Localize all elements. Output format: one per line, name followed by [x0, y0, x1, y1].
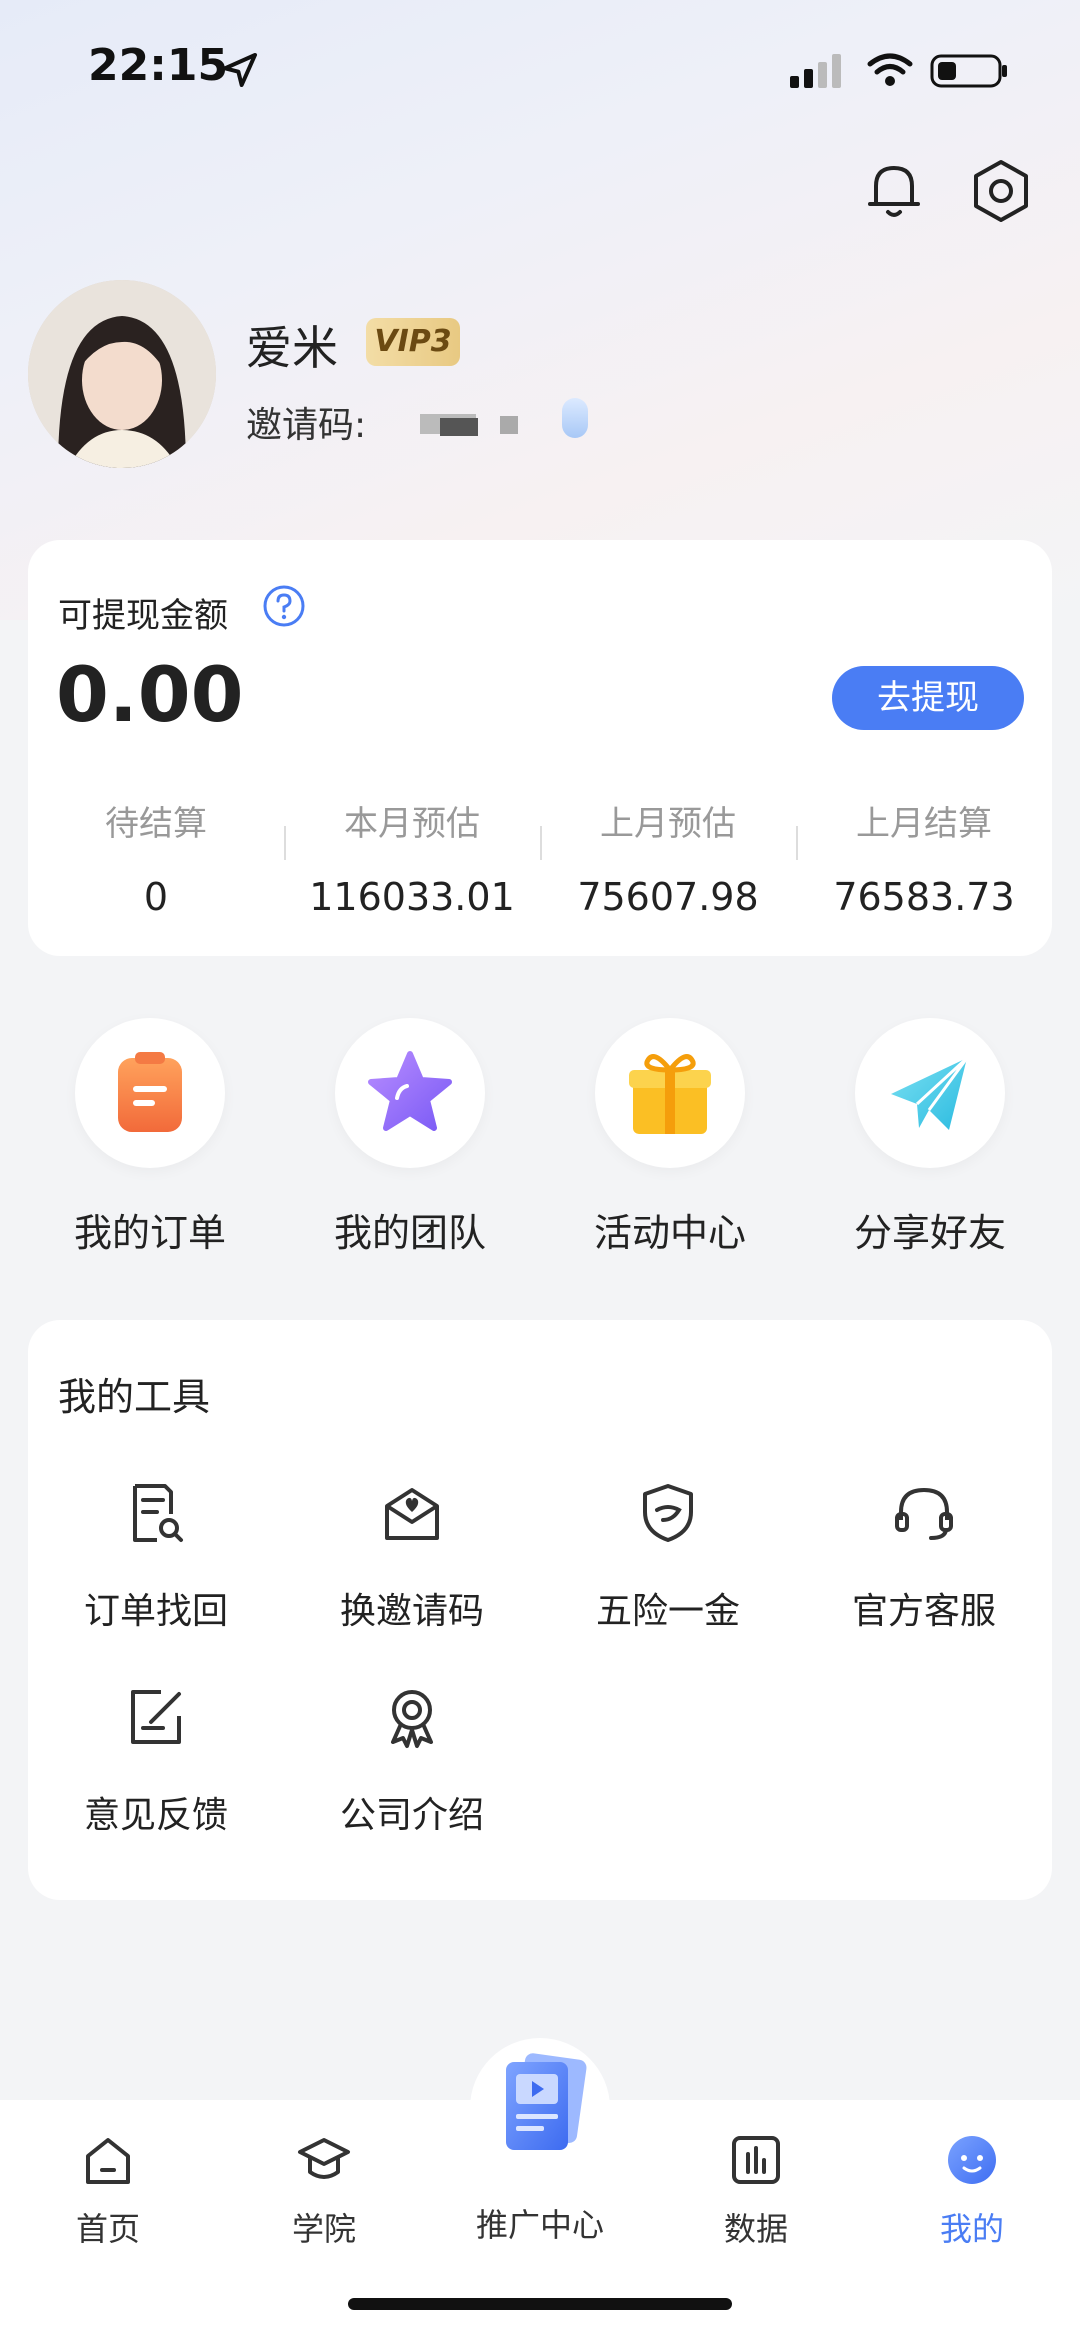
cellular-signal-icon [790, 54, 841, 88]
nav-label: 数据 [723, 2210, 788, 2248]
nav-tab-academy[interactable]: 学院 [216, 2130, 432, 2250]
envelope-heart-icon [385, 1488, 439, 1540]
headset-icon [895, 1487, 953, 1540]
invite-code-redacted [440, 418, 478, 436]
withdraw-amount: 0.00 [56, 650, 244, 739]
settings-icon[interactable] [970, 158, 1032, 224]
stat-value: 0 [143, 875, 169, 919]
withdraw-card: 可提现金额 0.00 去提现 待结算 0 本月预估 116033.01 上月预估… [28, 540, 1052, 956]
nav-tab-promo-center[interactable]: 推广中心 [432, 2053, 648, 2246]
battery-icon [930, 54, 1007, 88]
stat-label: 上月结算 [856, 804, 992, 844]
bell-icon[interactable] [866, 160, 922, 222]
withdraw-button[interactable]: 去提现 [832, 666, 1024, 730]
tool-company-intro[interactable]: 公司介绍 [284, 1682, 540, 1838]
quick-action-my-team[interactable]: 我的团队 [300, 1018, 520, 1257]
order-search-icon [133, 1484, 183, 1542]
nav-label: 我的 [939, 2210, 1004, 2248]
nav-label: 学院 [291, 2210, 356, 2248]
nav-label: 推广中心 [475, 2206, 604, 2244]
quick-action-label: 活动中心 [593, 1211, 746, 1255]
tool-official-support[interactable]: 官方客服 [796, 1478, 1052, 1634]
smile-face-icon [948, 2136, 996, 2184]
copy-invite-icon[interactable] [562, 398, 588, 438]
quick-action-icon-wrap [855, 1018, 1005, 1168]
stat-value: 76583.73 [833, 875, 1015, 919]
star-icon [368, 1051, 452, 1131]
tools-card: 我的工具 订单找回 换邀请码 五险一金 官方客服 意见反馈 公司介绍 [28, 1320, 1052, 1900]
tool-label: 公司介绍 [339, 1795, 484, 1836]
stat-label: 本月预估 [344, 804, 480, 844]
vip-badge: VIP3 [366, 318, 460, 366]
edit-note-icon [131, 1690, 181, 1744]
tool-feedback[interactable]: 意见反馈 [28, 1682, 284, 1838]
nav-tab-data[interactable]: 数据 [648, 2130, 864, 2250]
promo-video-icon [506, 2053, 587, 2150]
order-icon [118, 1052, 182, 1132]
quick-action-label: 我的团队 [333, 1211, 486, 1255]
tool-label: 五险一金 [595, 1591, 740, 1632]
quick-action-my-orders[interactable]: 我的订单 [40, 1018, 260, 1257]
quick-action-icon-wrap [595, 1018, 745, 1168]
quick-action-icon-wrap [335, 1018, 485, 1168]
stat-value: 116033.01 [309, 875, 515, 919]
shield-icon [643, 1484, 693, 1542]
avatar[interactable] [28, 280, 216, 468]
tools-title: 我的工具 [58, 1375, 211, 1419]
status-time: 22:15 [88, 40, 229, 91]
tool-social-insurance[interactable]: 五险一金 [540, 1478, 796, 1634]
stat-value: 75607.98 [577, 875, 759, 919]
stat-label: 待结算 [105, 804, 207, 844]
tool-order-recovery[interactable]: 订单找回 [28, 1478, 284, 1634]
quick-action-share-friends[interactable]: 分享好友 [820, 1018, 1040, 1257]
nav-label: 首页 [75, 2210, 140, 2248]
tool-label: 意见反馈 [83, 1795, 228, 1836]
quick-action-icon-wrap [75, 1018, 225, 1168]
invite-code-redacted [500, 416, 518, 434]
stat-last-month-settled[interactable]: 上月结算 76583.73 [796, 796, 1052, 919]
username: 爱米 [246, 321, 338, 375]
help-icon[interactable] [262, 584, 306, 628]
wifi-icon [867, 53, 913, 86]
stat-label: 上月预估 [600, 804, 736, 844]
tool-label: 订单找回 [83, 1591, 228, 1632]
quick-action-activity-center[interactable]: 活动中心 [560, 1018, 780, 1257]
tool-change-invite-code[interactable]: 换邀请码 [284, 1478, 540, 1634]
home-icon [86, 2138, 130, 2184]
quick-action-label: 分享好友 [853, 1211, 1006, 1255]
avatar-photo [28, 280, 216, 468]
award-icon [391, 1690, 433, 1748]
quick-action-label: 我的订单 [73, 1211, 226, 1255]
gift-icon [629, 1054, 711, 1134]
invite-code-label: 邀请码: [246, 405, 367, 446]
tool-label: 官方客服 [851, 1591, 996, 1632]
paper-plane-icon [891, 1056, 969, 1130]
bar-chart-icon [732, 2136, 780, 2184]
tool-label: 换邀请码 [339, 1591, 484, 1632]
stat-last-month-estimate[interactable]: 上月预估 75607.98 [540, 796, 796, 919]
stat-this-month-estimate[interactable]: 本月预估 116033.01 [284, 796, 540, 919]
withdraw-title: 可提现金额 [58, 596, 228, 636]
location-arrow-icon [223, 53, 257, 87]
nav-tab-mine[interactable]: 我的 [864, 2130, 1080, 2250]
graduation-cap-icon [298, 2138, 350, 2179]
nav-tab-home[interactable]: 首页 [0, 2130, 216, 2250]
status-bar: 22:15 [0, 0, 1080, 140]
home-indicator [348, 2298, 732, 2310]
stat-pending[interactable]: 待结算 0 [28, 796, 284, 919]
